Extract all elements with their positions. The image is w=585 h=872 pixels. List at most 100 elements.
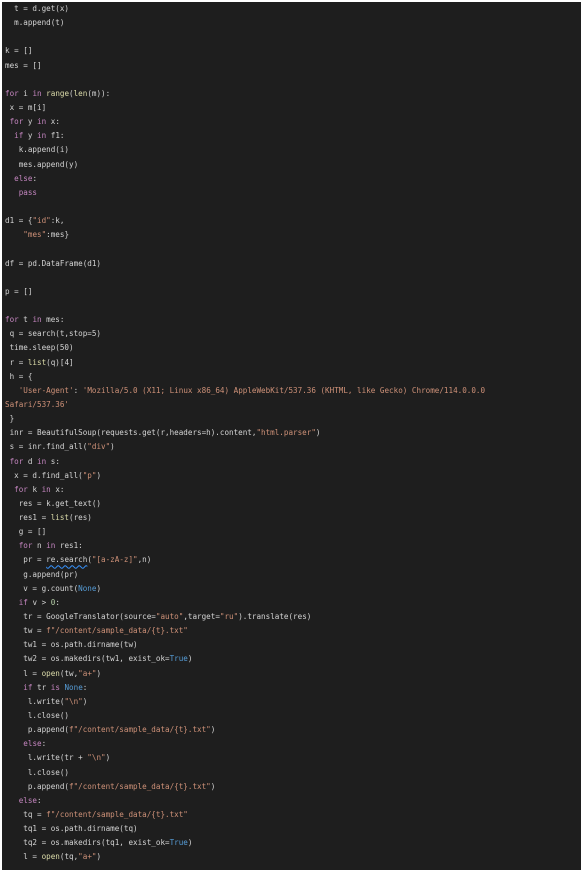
code-line[interactable]: tq2 = os.makedirs(tq1, exist_ok=True): [2, 836, 581, 850]
code-token: len: [73, 88, 88, 98]
code-token: l.write(: [5, 696, 65, 706]
code-line[interactable]: [2, 271, 581, 285]
code-line[interactable]: v = g.count(None): [2, 582, 581, 596]
code-token: "ru": [219, 612, 239, 622]
code-line[interactable]: tw = f"/content/sample_data/{t}.txt": [2, 624, 581, 638]
code-line[interactable]: res = k.get_text(): [2, 497, 581, 511]
code-line[interactable]: l.write("\n"): [2, 695, 581, 709]
code-token: ): [96, 583, 102, 593]
code-token: t: [18, 315, 33, 325]
code-line[interactable]: g.append(pr): [2, 568, 581, 582]
code-line[interactable]: else:: [2, 794, 581, 808]
code-line[interactable]: k.append(i): [2, 143, 581, 157]
code-line[interactable]: if v > 0:: [2, 596, 581, 610]
code-token: i: [18, 88, 33, 98]
code-token: open: [41, 852, 60, 862]
code-line[interactable]: d1 = {"id":k,: [2, 214, 581, 228]
code-line[interactable]: else:: [2, 172, 581, 186]
code-line[interactable]: Safari/537.36': [2, 398, 581, 412]
code-token: tw =: [5, 626, 47, 636]
code-line[interactable]: l.write(tr + "\n"): [2, 751, 581, 765]
code-line[interactable]: [2, 242, 581, 256]
code-token: :: [41, 739, 47, 749]
code-line[interactable]: time.sleep(50): [2, 341, 581, 355]
code-line[interactable]: pass: [2, 186, 581, 200]
code-token: y: [23, 117, 38, 127]
code-line[interactable]: for y in x:: [2, 115, 581, 129]
code-line[interactable]: mes = []: [2, 59, 581, 73]
code-token: "\n": [64, 696, 83, 706]
code-token: tr = GoogleTranslator(source=: [5, 612, 156, 622]
code-editor[interactable]: t = d.get(x) m.append(t) k = [] mes = [] …: [2, 2, 581, 870]
code-line[interactable]: [2, 73, 581, 87]
code-token: if: [14, 131, 24, 141]
code-token: in: [37, 131, 47, 141]
code-token: mes = []: [5, 60, 42, 70]
code-line[interactable]: tr = GoogleTranslator(source="auto",targ…: [2, 610, 581, 624]
code-token: ,target=: [183, 612, 220, 622]
code-token: ): [187, 838, 193, 848]
code-line[interactable]: g = []: [2, 525, 581, 539]
code-line[interactable]: }: [2, 412, 581, 426]
code-line[interactable]: tw1 = os.path.dirname(tw): [2, 638, 581, 652]
code-line[interactable]: for n in res1:: [2, 539, 581, 553]
code-token: for: [14, 484, 28, 494]
code-line[interactable]: [2, 299, 581, 313]
code-line[interactable]: l.close(): [2, 766, 581, 780]
code-line[interactable]: pr = re.search("[a-zA-z]",n): [2, 553, 581, 567]
code-token: ,n): [137, 555, 152, 565]
code-line[interactable]: h = {: [2, 370, 581, 384]
code-line[interactable]: t = d.get(x): [2, 2, 581, 16]
code-token: in: [32, 88, 42, 98]
code-token: in: [37, 456, 47, 466]
code-lines[interactable]: t = d.get(x) m.append(t) k = [] mes = [] …: [2, 2, 581, 865]
code-token: }: [5, 414, 15, 424]
code-token: None: [78, 583, 97, 593]
code-token: s = inr.find_all(: [5, 442, 88, 452]
code-line[interactable]: s = inr.find_all("div"): [2, 440, 581, 454]
code-token: f"/content/sample_data/{t}.txt": [69, 781, 211, 791]
code-token: (tq,: [59, 852, 79, 862]
code-line[interactable]: for k in x:: [2, 483, 581, 497]
code-line[interactable]: p.append(f"/content/sample_data/{t}.txt"…: [2, 723, 581, 737]
code-line[interactable]: if tr is None:: [2, 681, 581, 695]
code-line[interactable]: k = []: [2, 44, 581, 58]
code-line[interactable]: q = search(t,stop=5): [2, 327, 581, 341]
code-line[interactable]: "mes":mes}: [2, 228, 581, 242]
code-line[interactable]: 'User-Agent': 'Mozilla/5.0 (X11; Linux x…: [2, 384, 581, 398]
code-line[interactable]: [2, 200, 581, 214]
code-line[interactable]: r = list(q)[4]: [2, 356, 581, 370]
code-token: range: [46, 88, 70, 98]
code-line[interactable]: p = []: [2, 285, 581, 299]
code-line[interactable]: l = open(tw,"a+"): [2, 667, 581, 681]
code-line[interactable]: else:: [2, 737, 581, 751]
code-token: s:: [46, 456, 60, 466]
code-line[interactable]: l = open(tq,"a+"): [2, 850, 581, 864]
code-token: :mes}: [46, 230, 70, 240]
code-line[interactable]: x = m[i]: [2, 101, 581, 115]
code-line[interactable]: res1 = list(res): [2, 511, 581, 525]
code-line[interactable]: tq1 = os.path.dirname(tq): [2, 822, 581, 836]
code-line[interactable]: l.close(): [2, 709, 581, 723]
code-line[interactable]: tw2 = os.makedirs(tw1, exist_ok=True): [2, 652, 581, 666]
code-line[interactable]: p.append(f"/content/sample_data/{t}.txt"…: [2, 780, 581, 794]
code-line[interactable]: inr = BeautifulSoup(requests.get(r,heade…: [2, 426, 581, 440]
code-line[interactable]: if y in f1:: [2, 129, 581, 143]
code-line[interactable]: mes.append(y): [2, 158, 581, 172]
code-line[interactable]: tq = f"/content/sample_data/{t}.txt": [2, 808, 581, 822]
code-token: f1:: [46, 131, 65, 141]
code-token: ): [96, 668, 102, 678]
code-token: if: [18, 597, 28, 607]
code-line[interactable]: [2, 30, 581, 44]
code-line[interactable]: m.append(t): [2, 16, 581, 30]
code-line[interactable]: for t in mes:: [2, 313, 581, 327]
code-token: list: [50, 513, 70, 523]
code-line[interactable]: df = pd.DataFrame(d1): [2, 257, 581, 271]
code-token: None: [64, 682, 83, 692]
code-line[interactable]: for i in range(len(m)):: [2, 87, 581, 101]
code-line[interactable]: for d in s:: [2, 455, 581, 469]
code-line[interactable]: x = d.find_all("p"): [2, 469, 581, 483]
